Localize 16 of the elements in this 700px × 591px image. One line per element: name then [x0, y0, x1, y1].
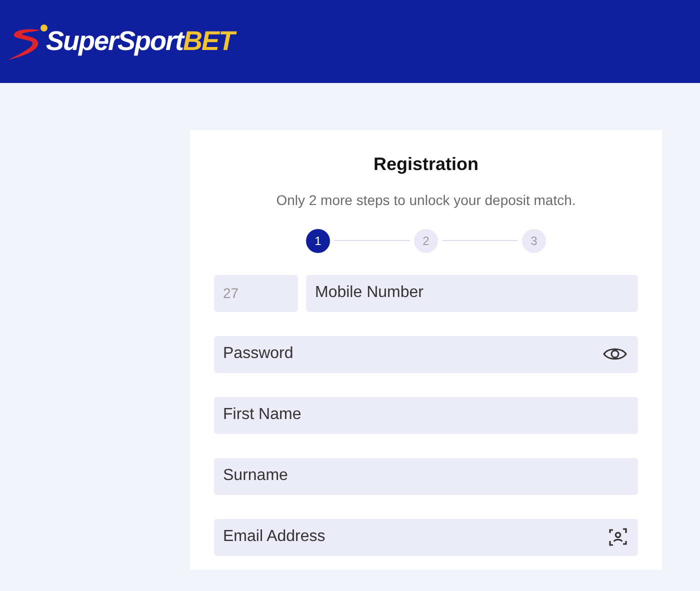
input-field[interactable]: Email Address	[214, 518, 638, 556]
input-field[interactable]: Password	[214, 336, 638, 373]
logo-text: SuperSport	[46, 25, 184, 58]
logo-swoosh-icon	[6, 22, 48, 62]
form-title: Registration	[372, 154, 480, 176]
step-indicator: 2	[414, 228, 438, 253]
user-scan-icon[interactable]	[609, 528, 627, 546]
logo-text: BET	[183, 21, 234, 62]
country-code-field[interactable]: 27	[214, 274, 298, 312]
step-indicator: 1	[306, 228, 330, 253]
input-field[interactable]: Mobile Number	[306, 274, 638, 312]
input-field[interactable]: First Name	[214, 396, 638, 434]
input-field[interactable]: Surname	[214, 458, 638, 495]
eye-icon[interactable]	[603, 346, 627, 362]
form-subtitle: Only 2 more steps to unlock your deposit match.	[275, 190, 577, 210]
step-indicator: 3	[522, 228, 546, 253]
